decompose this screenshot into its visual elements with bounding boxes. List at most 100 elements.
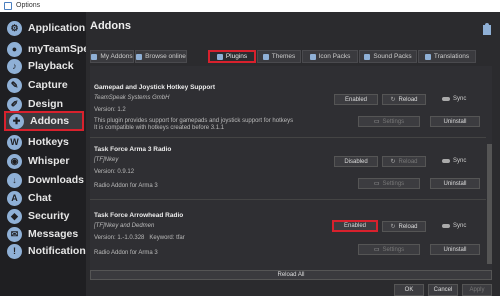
- brush-icon: ✐: [7, 96, 22, 112]
- my-addons-icon: [91, 53, 98, 60]
- sidebar-item-label: Security: [28, 210, 70, 222]
- cloud-icon: [442, 224, 450, 228]
- sidebar-item-application[interactable]: ⚙ Application: [4, 18, 86, 38]
- sidebar-item-label: Design: [28, 98, 64, 110]
- settings-icon: ▭: [373, 119, 380, 125]
- sidebar-item-label: Application: [28, 22, 86, 34]
- reload-button[interactable]: ↻ Reload: [382, 156, 426, 167]
- addon-description: Radio Addon for Arma 3: [94, 183, 158, 189]
- settings-button[interactable]: ▭ Settings: [358, 244, 420, 255]
- tab-translations[interactable]: Translations: [418, 50, 476, 63]
- tab-plugins[interactable]: Plugins: [208, 50, 256, 63]
- ok-button[interactable]: OK: [394, 284, 424, 296]
- settings-button[interactable]: ▭ Settings: [358, 116, 420, 127]
- sidebar-item-label: Hotkeys: [28, 136, 69, 148]
- sidebar-item-label: Messages: [28, 228, 79, 240]
- chat-icon: A: [7, 190, 22, 206]
- sync-checkbox[interactable]: Sync: [442, 96, 466, 102]
- main-panel: Addons My Addons Browse online Plugins T…: [86, 12, 500, 296]
- download-icon: ↓: [7, 172, 22, 188]
- addon-description: This plugin provides support for gamepad…: [94, 118, 294, 131]
- addon-title: Gamepad and Joystick Hotkey Support: [94, 84, 216, 91]
- reload-icon: ↻: [390, 224, 396, 230]
- gear-icon: ⚙: [7, 20, 22, 36]
- icon-packs-icon: [309, 53, 316, 60]
- sidebar-item-label: Whisper: [28, 155, 70, 167]
- sidebar-item-label: Downloads: [28, 174, 85, 186]
- plugins-icon: [216, 53, 223, 60]
- cloud-icon: [442, 97, 450, 101]
- uninstall-button[interactable]: Uninstall: [430, 116, 480, 127]
- sidebar-item-label: Playback: [28, 60, 74, 72]
- uninstall-button[interactable]: Uninstall: [430, 244, 480, 255]
- sync-checkbox[interactable]: Sync: [442, 158, 466, 164]
- addon-item: Gamepad and Joystick Hotkey Support Team…: [90, 78, 486, 138]
- sidebar-item-addons[interactable]: ✚ Addons: [4, 111, 84, 131]
- shield-icon: ◆: [7, 208, 22, 224]
- settings-button[interactable]: ▭ Settings: [358, 178, 420, 189]
- sync-checkbox[interactable]: Sync: [442, 223, 466, 229]
- tab-sound-packs[interactable]: Sound Packs: [359, 50, 417, 63]
- sidebar-item-hotkeys[interactable]: W Hotkeys: [4, 132, 84, 152]
- sidebar-item-playback[interactable]: ♪ Playback: [4, 56, 84, 76]
- tab-browse-online[interactable]: Browse online: [135, 50, 187, 63]
- message-icon: ✉: [7, 226, 22, 242]
- speaker-icon: ♪: [7, 58, 22, 74]
- addon-title: Task Force Arma 3 Radio: [94, 146, 172, 153]
- reload-button[interactable]: ↻ Reload: [382, 221, 426, 232]
- sidebar-item-label: Capture: [28, 79, 68, 91]
- tab-themes[interactable]: Themes: [257, 50, 301, 63]
- browse-icon: [136, 53, 143, 60]
- addon-author: [TF]Nkey: [94, 157, 119, 163]
- addon-title: Task Force Arrowhead Radio: [94, 212, 184, 219]
- bell-icon: !: [7, 243, 22, 259]
- addon-author: TeamSpeak Systems GmbH: [94, 95, 170, 101]
- sidebar: ⚙ Application ● myTeamSpeak ♪ Playback ✎ Cap…: [0, 12, 101, 296]
- puzzle-icon: ✚: [9, 113, 24, 129]
- sidebar-item-notifications[interactable]: ! Notifications: [4, 241, 92, 261]
- disabled-toggle-button[interactable]: Disabled: [334, 156, 378, 167]
- sidebar-item-label: Chat: [28, 192, 52, 204]
- addon-list: Gamepad and Joystick Hotkey Support Team…: [90, 66, 492, 270]
- window-titlebar: Options: [0, 0, 500, 12]
- window-title: Options: [16, 2, 41, 9]
- keyboard-icon: W: [7, 134, 22, 150]
- cancel-button[interactable]: Cancel: [428, 284, 458, 296]
- reload-icon: ↻: [390, 97, 396, 103]
- user-icon: ●: [7, 41, 22, 57]
- uninstall-button[interactable]: Uninstall: [430, 178, 480, 189]
- addon-item: Task Force Arrowhead Radio [TF]Nkey and …: [90, 206, 486, 266]
- tab-my-addons[interactable]: My Addons: [90, 50, 134, 63]
- settings-icon: ▭: [373, 181, 380, 187]
- reload-button[interactable]: ↻ Reload: [382, 94, 426, 105]
- sidebar-item-label: Notifications: [28, 245, 92, 257]
- addon-list-scrollbar[interactable]: [487, 66, 492, 270]
- sidebar-item-downloads[interactable]: ↓ Downloads: [4, 170, 84, 190]
- themes-icon: [262, 53, 269, 60]
- whisper-icon: ◉: [7, 153, 22, 169]
- enabled-toggle-button[interactable]: Enabled: [334, 94, 378, 105]
- addon-item: Task Force Arma 3 Radio [TF]Nkey Version…: [90, 140, 486, 200]
- page-title: Addons: [90, 20, 131, 32]
- app-icon: [4, 2, 12, 10]
- sidebar-item-whisper[interactable]: ◉ Whisper: [4, 151, 84, 171]
- enabled-toggle-button[interactable]: Enabled: [332, 220, 378, 232]
- puzzle-icon: [483, 23, 491, 35]
- settings-icon: ▭: [373, 247, 380, 253]
- addon-tabs: My Addons Browse online Plugins Themes I…: [90, 50, 494, 64]
- addon-version: Version: 1.2: [94, 107, 126, 113]
- translations-icon: [424, 53, 431, 60]
- sidebar-item-capture[interactable]: ✎ Capture: [4, 75, 84, 95]
- scrollbar-thumb[interactable]: [487, 144, 492, 264]
- addon-author: [TF]Nkey and Dedmen: [94, 223, 155, 229]
- cloud-icon: [442, 159, 450, 163]
- addon-version: Version: 0.9.12: [94, 169, 135, 175]
- sidebar-item-chat[interactable]: A Chat: [4, 188, 84, 208]
- sidebar-item-security[interactable]: ◆ Security: [4, 206, 84, 226]
- tab-icon-packs[interactable]: Icon Packs: [302, 50, 358, 63]
- addon-keyword: Keyword: tfar: [149, 235, 185, 241]
- apply-button[interactable]: Apply: [462, 284, 492, 296]
- reload-all-button[interactable]: Reload All: [90, 270, 492, 280]
- addon-version: Version: 1.-1.0.328 Keyword: tfar: [94, 235, 185, 241]
- sidebar-item-label: Addons: [30, 115, 70, 127]
